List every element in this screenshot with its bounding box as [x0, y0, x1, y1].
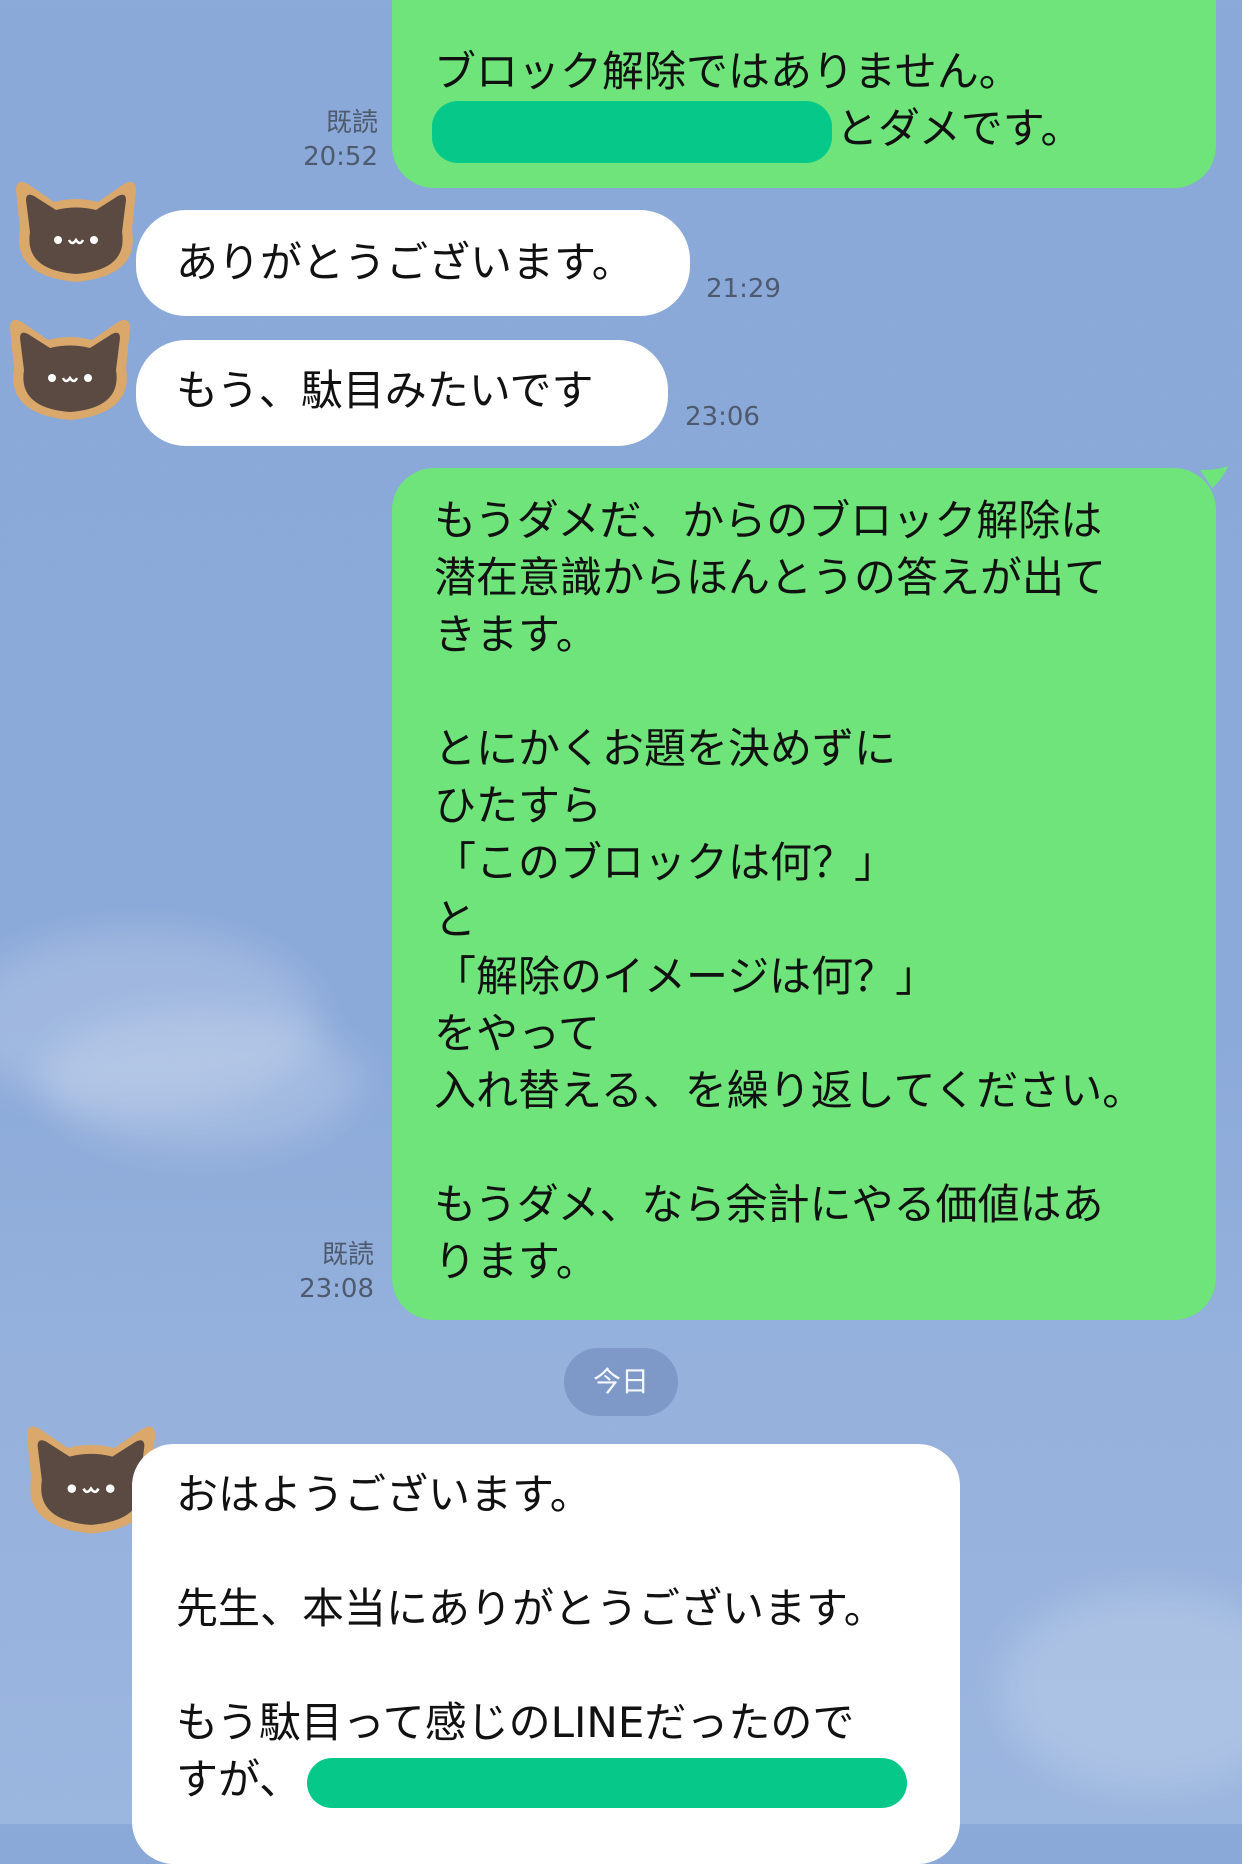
background-cloud: [1000, 1590, 1242, 1790]
date-separator: 今日: [564, 1348, 678, 1416]
message-text-line: 入れ替える、を繰り返してください。: [434, 1066, 1145, 1115]
message-text-line: ブロック解除ではありません。: [434, 47, 1021, 96]
read-receipt: 既読: [321, 1240, 374, 1270]
message-text-line: とにかくお題を決めずに: [434, 724, 897, 773]
message-text-line: もう駄目って感じのLINEだったので: [176, 1698, 855, 1747]
bubble-tail-icon: [1200, 466, 1228, 488]
message-text-line: もうダメだ、からのブロック解除は: [434, 496, 1103, 545]
message-text-line: ります。: [434, 1237, 598, 1286]
incoming-message-bubble[interactable]: おはようございます。 先生、本当にありがとうございます。 もう駄目って感じのLI…: [132, 1444, 960, 1864]
outgoing-message-bubble[interactable]: ブロック解除ではありません。 とダメです。: [392, 0, 1216, 188]
message-text-line: 潜在意識からほんとうの答えが出て: [434, 553, 1107, 602]
message-meta: 既読 20:52: [303, 106, 378, 174]
message-text-line: おはようございます。: [176, 1470, 592, 1519]
message-text-line: と: [434, 895, 477, 944]
message-text-line: ありがとうございます。: [176, 238, 634, 287]
message-timestamp: 20:52: [303, 142, 378, 172]
outgoing-message-bubble[interactable]: もうダメだ、からのブロック解除は 潜在意識からほんとうの答えが出て きます。 と…: [392, 468, 1216, 1320]
message-text-line: 先生、本当にありがとうございます。: [176, 1584, 886, 1633]
message-text: とダメです。: [836, 104, 1083, 153]
redaction-mark: [307, 1757, 908, 1808]
message-timestamp: 21:29: [706, 274, 781, 304]
message-text-line: もうダメ、なら余計にやる価値はあ: [434, 1180, 1104, 1229]
message-meta: 既読 23:08: [299, 1238, 374, 1306]
message-text-line: 「解除のイメージは何？」: [434, 952, 938, 1001]
incoming-message-bubble[interactable]: もう、駄目みたいです: [136, 340, 668, 446]
message-text-line: もう、駄目みたいです: [176, 366, 594, 415]
message-text-line: をやって: [434, 1009, 600, 1058]
message-text: すが、: [176, 1755, 302, 1804]
incoming-message-bubble[interactable]: ありがとうございます。: [136, 210, 690, 316]
background-cloud: [40, 1010, 360, 1150]
message-timestamp: 23:06: [685, 402, 760, 432]
read-receipt: 既読: [325, 108, 378, 138]
cat-face-icon[interactable]: [0, 310, 140, 428]
message-text-line: すが、: [176, 1751, 960, 1808]
message-text-line: 「このブロックは何？」: [434, 838, 897, 887]
cat-face-icon[interactable]: [6, 172, 146, 290]
message-text-line: きます。: [434, 610, 598, 659]
message-timestamp: 23:08: [299, 1274, 374, 1304]
redaction-mark: [432, 100, 832, 163]
message-text-line: とダメです。: [432, 100, 1186, 163]
message-text-line: ひたすら: [434, 781, 603, 830]
